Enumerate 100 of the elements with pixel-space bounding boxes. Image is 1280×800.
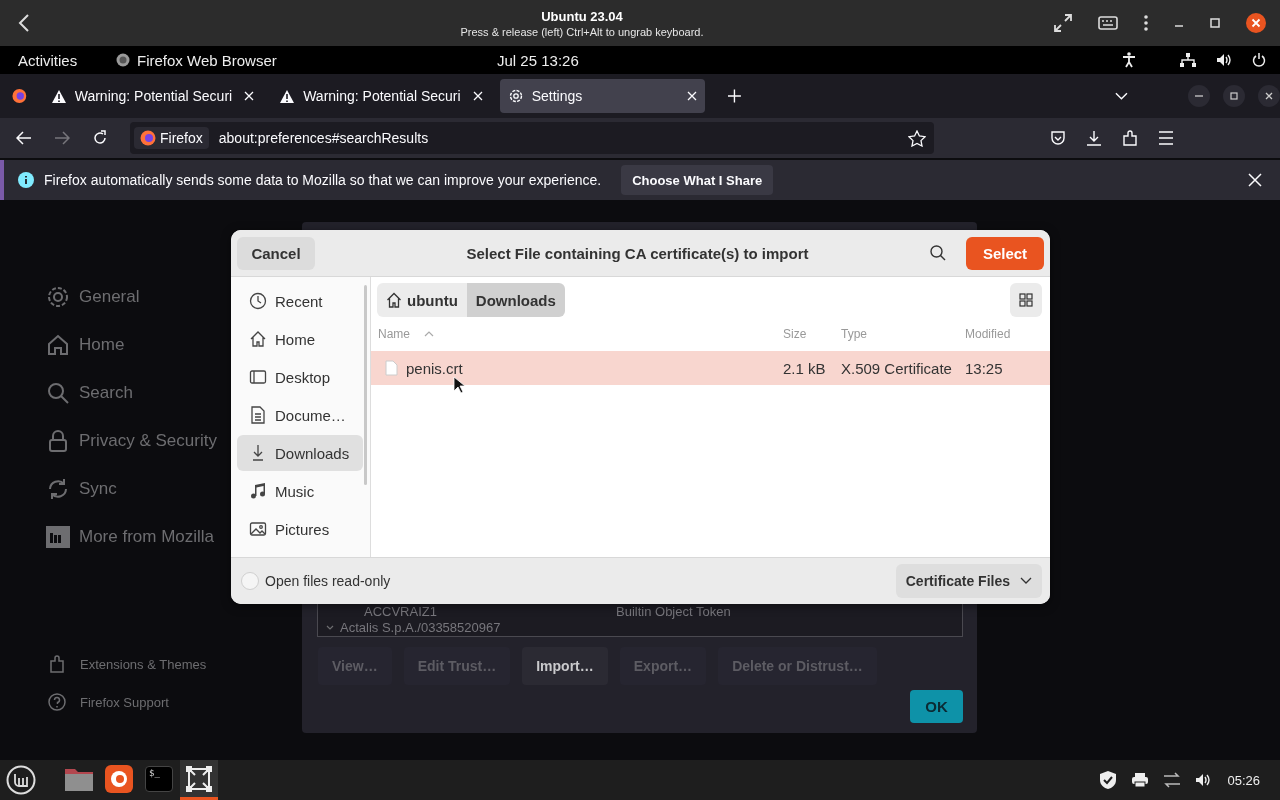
certificate-name[interactable]: Actalis S.p.A./03358520967 xyxy=(340,620,501,636)
keyboard-icon[interactable] xyxy=(1098,16,1118,30)
sidebar-link[interactable]: Extensions & Themes xyxy=(48,655,302,673)
place-item[interactable]: Music xyxy=(237,473,363,509)
place-item[interactable]: Downloads xyxy=(237,435,363,471)
browser-tab[interactable]: Warning: Potential Securi xyxy=(271,79,491,113)
puzzle-icon[interactable] xyxy=(1122,130,1138,146)
star-icon[interactable] xyxy=(908,129,926,147)
close-tab-icon[interactable] xyxy=(472,91,483,101)
taskbar-app[interactable] xyxy=(180,760,218,800)
terminal-glyph: $_ xyxy=(145,765,173,792)
place-item[interactable]: Recent xyxy=(237,283,363,319)
chevron-down-icon[interactable] xyxy=(1115,92,1128,100)
close-icon[interactable] xyxy=(1246,13,1266,33)
browser-tab[interactable]: Warning: Potential Securi xyxy=(42,79,263,113)
file-row[interactable]: penis.crt 2.1 kB X.509 Certificate 13:25 xyxy=(371,351,1050,385)
maximize-icon[interactable] xyxy=(1210,18,1220,28)
close-tab-icon[interactable] xyxy=(244,91,255,101)
dialog-title: Select File containing CA certificate(s) to import xyxy=(465,244,810,262)
minimize-icon[interactable] xyxy=(1188,85,1210,107)
place-item[interactable]: Pictures xyxy=(237,511,363,547)
dialog-button[interactable]: Import… xyxy=(522,647,608,685)
file-modified: 13:25 xyxy=(965,359,1004,377)
reload-icon[interactable] xyxy=(92,130,108,146)
network-icon[interactable] xyxy=(1180,53,1196,67)
checkbox[interactable] xyxy=(241,572,259,590)
address-bar[interactable]: Firefox about:preferences#searchResults xyxy=(130,122,934,154)
certificate-name[interactable]: ACCVRAIZ1 xyxy=(364,604,616,620)
path-button[interactable]: ubuntu xyxy=(377,283,467,317)
printer-icon[interactable] xyxy=(1131,772,1150,788)
close-icon[interactable] xyxy=(1258,85,1280,107)
documents-icon xyxy=(249,406,267,424)
volume-icon[interactable] xyxy=(1216,53,1232,67)
select-button[interactable]: Select xyxy=(966,236,1044,270)
accessibility-icon[interactable] xyxy=(1122,52,1136,68)
activities-button[interactable]: Activities xyxy=(18,51,116,69)
scrollbar[interactable] xyxy=(364,285,367,485)
frame-icon xyxy=(185,764,213,793)
pictures-icon xyxy=(249,520,267,538)
puzzle-icon xyxy=(48,655,66,673)
back-icon[interactable] xyxy=(18,14,30,32)
menu-icon[interactable] xyxy=(1158,131,1174,145)
pocket-icon[interactable] xyxy=(1050,130,1066,146)
close-tab-icon[interactable] xyxy=(687,91,698,101)
checkbox-label[interactable]: Open files read-only xyxy=(265,573,391,589)
warning-icon xyxy=(50,88,67,104)
sidebar-link[interactable]: Firefox Support xyxy=(48,693,302,711)
place-item[interactable]: Desktop xyxy=(237,359,363,395)
url-text: about:preferences#searchResults xyxy=(218,130,430,146)
file-icon xyxy=(385,360,398,376)
close-icon[interactable] xyxy=(1248,173,1262,187)
clock[interactable]: 05:26 xyxy=(1227,772,1260,788)
home-icon xyxy=(386,292,402,308)
browser-tab[interactable]: Settings xyxy=(499,79,706,113)
lock-icon xyxy=(46,429,70,453)
download-icon[interactable] xyxy=(1086,130,1102,146)
shield-icon[interactable] xyxy=(1099,770,1118,790)
ok-button[interactable]: OK xyxy=(910,690,963,723)
gear-icon xyxy=(507,88,524,104)
clock[interactable]: Jul 25 13:26 xyxy=(497,51,917,69)
home-icon xyxy=(46,333,70,357)
grid-icon xyxy=(1019,293,1033,307)
mouse-pointer-icon xyxy=(453,376,465,394)
expand-icon[interactable] xyxy=(326,625,334,631)
network-icon[interactable] xyxy=(1163,772,1182,788)
file-type-dropdown[interactable]: Certificate Files xyxy=(895,564,1042,598)
grid-view-button[interactable] xyxy=(1010,283,1042,317)
fullscreen-icon[interactable] xyxy=(1054,14,1072,32)
info-icon xyxy=(18,172,34,188)
help-icon xyxy=(48,693,66,711)
place-item[interactable]: Home xyxy=(237,321,363,357)
home-icon xyxy=(249,330,267,348)
menu-logo-icon[interactable] xyxy=(6,765,36,795)
path-button[interactable]: Downloads xyxy=(466,283,565,317)
more-icon[interactable] xyxy=(1144,15,1148,31)
gear-icon xyxy=(46,285,70,309)
vm-hint: Press & release (left) Ctrl+Alt to ungrab keyboard. xyxy=(460,25,704,38)
file-name: penis.crt xyxy=(406,359,463,377)
file-type: X.509 Certificate xyxy=(841,359,953,377)
vm-title: Ubuntu 23.04 xyxy=(541,8,623,24)
cancel-button[interactable]: Cancel xyxy=(237,236,315,270)
music-icon xyxy=(249,482,267,500)
file-size: 2.1 kB xyxy=(783,359,827,377)
notification-message: Firefox automatically sends some data to Mozilla so that we can improve your experience. xyxy=(44,172,602,188)
choose-what-i-share-button[interactable]: Choose What I Share xyxy=(621,165,774,195)
recent-icon xyxy=(249,292,267,310)
volume-icon[interactable] xyxy=(1195,773,1212,787)
identity-button[interactable]: Firefox xyxy=(134,127,209,149)
chevron-down-icon xyxy=(1020,577,1032,585)
warning-icon xyxy=(279,88,296,104)
place-item[interactable]: Docume… xyxy=(237,397,363,433)
new-tab-icon[interactable] xyxy=(728,89,742,103)
forward-icon[interactable] xyxy=(54,131,70,145)
restore-icon[interactable] xyxy=(1223,85,1245,107)
power-icon[interactable] xyxy=(1252,53,1266,67)
sort-up-icon xyxy=(424,331,434,337)
taskbar-app[interactable]: $_ xyxy=(140,760,178,800)
app-menu[interactable]: Firefox Web Browser xyxy=(137,51,497,69)
sync-icon xyxy=(46,477,70,501)
search-icon[interactable] xyxy=(930,245,946,261)
